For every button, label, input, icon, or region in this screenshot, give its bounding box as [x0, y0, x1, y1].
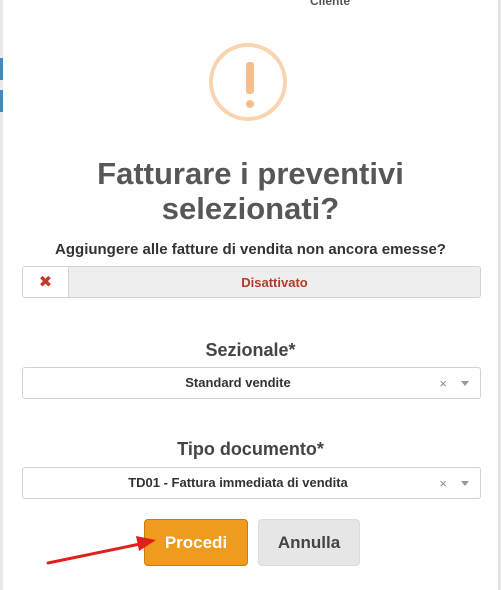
sezionale-label: Sezionale*	[205, 340, 296, 360]
chevron-down-icon[interactable]	[461, 381, 469, 386]
dialog-title-line-1: Fatturare i preventivi	[97, 156, 404, 191]
clear-selection-icon[interactable]: ×	[439, 368, 447, 399]
proceed-button[interactable]: Procedi	[144, 519, 248, 566]
toggle-state-label[interactable]: Disattivato	[69, 267, 480, 297]
clear-selection-icon[interactable]: ×	[439, 468, 447, 499]
sezionale-selected-value: Standard vendite	[185, 375, 291, 390]
dialog-title: Fatturare i preventivi selezionati?	[0, 156, 501, 226]
append-question-label: Aggiungere alle fatture di vendita non a…	[55, 241, 446, 258]
close-icon[interactable]: ✖	[23, 267, 69, 297]
dialog-title-line-2: selezionati?	[161, 191, 340, 226]
cancel-button[interactable]: Annulla	[258, 519, 360, 566]
exclamation-warning-icon	[209, 43, 287, 121]
sezionale-select[interactable]: Standard vendite ×	[22, 367, 481, 399]
tipo-documento-selected-value: TD01 - Fattura immediata di vendita	[128, 475, 348, 490]
chevron-down-icon[interactable]	[461, 481, 469, 486]
tipo-documento-select[interactable]: TD01 - Fattura immediata di vendita ×	[22, 467, 481, 499]
tipo-documento-label: Tipo documento*	[177, 439, 324, 459]
append-to-invoices-toggle[interactable]: ✖ Disattivato	[22, 266, 481, 298]
